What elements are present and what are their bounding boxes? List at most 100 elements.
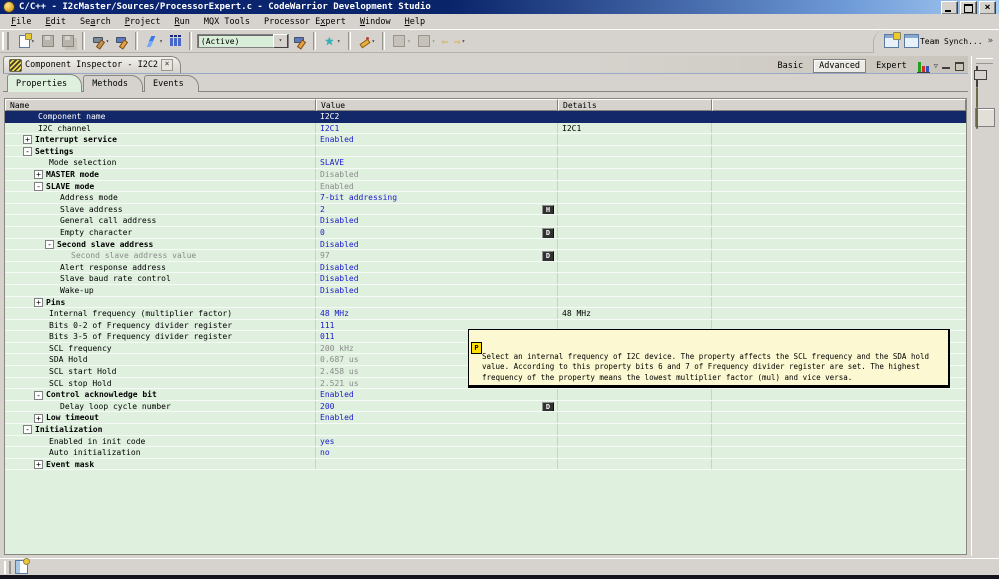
component-shortcut-2[interactable] xyxy=(974,108,995,129)
save-button[interactable] xyxy=(39,32,57,50)
search-button[interactable] xyxy=(167,33,184,50)
prev-annotation-button[interactable] xyxy=(415,32,438,50)
collapse-icon[interactable]: - xyxy=(45,239,54,249)
restore-button[interactable] xyxy=(960,1,977,15)
menu-file[interactable]: File xyxy=(4,16,38,28)
menu-window[interactable]: Window xyxy=(353,16,398,28)
table-row[interactable]: Slave address 2 H xyxy=(5,203,966,216)
column-header-name[interactable]: Name xyxy=(5,99,316,111)
save-all-button[interactable] xyxy=(59,32,77,50)
close-tab-icon[interactable] xyxy=(161,59,174,71)
mode-button-expert[interactable]: Expert xyxy=(870,59,913,73)
minimize-view-icon[interactable] xyxy=(942,62,951,70)
expand-icon[interactable]: + xyxy=(34,170,43,180)
chevron-down-icon[interactable] xyxy=(432,38,436,45)
flash-programmer-button[interactable] xyxy=(143,33,165,50)
debug-button[interactable] xyxy=(321,33,343,50)
restore-view-button[interactable] xyxy=(975,66,995,87)
chevron-down-icon[interactable] xyxy=(407,38,411,45)
launch-config-value: (Active) xyxy=(200,36,240,46)
chevron-down-icon[interactable] xyxy=(159,38,163,45)
table-row[interactable]: Second slave address value 97 D xyxy=(5,250,966,262)
menu-help[interactable]: Help xyxy=(398,16,432,28)
tab-events[interactable]: Events xyxy=(144,75,199,92)
collapse-icon[interactable]: - xyxy=(34,181,43,191)
maximize-view-icon[interactable] xyxy=(955,62,964,71)
table-row[interactable]: Internal frequency (multiplier factor) 48… xyxy=(5,308,966,320)
chevron-down-icon[interactable] xyxy=(106,38,110,45)
table-row[interactable]: Empty character 0 D xyxy=(5,226,966,239)
expand-icon[interactable]: + xyxy=(34,297,43,307)
chevron-down-icon[interactable] xyxy=(337,38,341,45)
menu-mqx-tools[interactable]: MQX Tools xyxy=(197,16,257,28)
table-row[interactable]: - Second slave address Disabled xyxy=(5,238,966,251)
combo-dropdown-button[interactable] xyxy=(272,34,288,48)
tab-properties[interactable]: Properties xyxy=(7,74,83,92)
tab-component-inspector[interactable]: Component Inspector - I2C2 xyxy=(3,56,182,73)
forward-button[interactable] xyxy=(452,33,467,50)
expand-icon[interactable]: + xyxy=(34,413,43,423)
fast-view-icon[interactable] xyxy=(15,558,30,574)
view-menu-icon[interactable] xyxy=(934,61,938,71)
menu-search[interactable]: Search xyxy=(73,16,118,28)
mode-button-basic[interactable]: Basic xyxy=(772,59,810,73)
table-row[interactable]: Auto initialization no xyxy=(5,447,966,459)
chart-icon[interactable] xyxy=(916,60,930,73)
minimize-button[interactable] xyxy=(941,1,958,15)
table-row[interactable]: + Pins xyxy=(5,296,966,309)
build-all-button[interactable] xyxy=(113,33,130,50)
chevron-down-icon[interactable] xyxy=(462,38,466,45)
chevron-down-icon[interactable] xyxy=(372,38,376,45)
table-row[interactable]: Delay loop cycle number 200 D xyxy=(5,400,966,413)
menu-run[interactable]: Run xyxy=(168,16,197,28)
table-row[interactable]: Enabled in init code yes xyxy=(5,435,966,448)
table-row[interactable]: Wake-up Disabled xyxy=(5,284,966,297)
next-annotation-button[interactable] xyxy=(390,32,413,50)
toolbar-grip[interactable] xyxy=(2,32,9,50)
launch-config-combobox[interactable]: (Active) xyxy=(196,34,289,48)
table-row[interactable]: Mode selection SLAVE xyxy=(5,157,966,169)
table-row[interactable]: General call address Disabled xyxy=(5,215,966,227)
table-row[interactable]: + MASTER mode Disabled xyxy=(5,168,966,181)
collapse-icon[interactable]: - xyxy=(23,425,32,435)
column-header-extra[interactable] xyxy=(712,99,966,111)
table-row[interactable]: - Initialization xyxy=(5,424,966,436)
mode-button-advanced[interactable]: Advanced xyxy=(813,59,867,73)
table-row[interactable]: + Event mask xyxy=(5,458,966,471)
table-row[interactable]: Address mode 7-bit addressing xyxy=(5,192,966,204)
menu-edit[interactable]: Edit xyxy=(38,16,72,28)
team-sync-perspective-button[interactable]: Team Synch... xyxy=(902,32,985,50)
perspective-overflow-chevron[interactable] xyxy=(988,36,993,46)
run-tool-button[interactable] xyxy=(356,33,378,50)
table-row[interactable]: + Interrupt service Enabled xyxy=(5,134,966,146)
tab-methods[interactable]: Methods xyxy=(83,75,144,92)
open-perspective-icon[interactable] xyxy=(883,32,901,48)
column-header-details[interactable]: Details xyxy=(558,99,712,111)
table-row[interactable]: Slave baud rate control Disabled xyxy=(5,273,966,285)
table-row[interactable]: I2C channel I2C1 I2C1 xyxy=(5,122,966,135)
view-tab-title: Component Inspector - I2C2 xyxy=(25,60,159,70)
table-row[interactable]: Component name I2C2 xyxy=(5,111,966,123)
property-name: Enabled in init code xyxy=(49,436,146,446)
collapse-icon[interactable]: - xyxy=(23,147,32,157)
expand-icon[interactable]: + xyxy=(34,460,43,470)
flash-config-button[interactable] xyxy=(291,33,308,50)
table-row[interactable]: Alert response address Disabled xyxy=(5,261,966,274)
fast-view-handle[interactable] xyxy=(976,58,993,64)
table-row[interactable]: - Settings xyxy=(5,145,966,158)
collapse-icon[interactable]: - xyxy=(34,390,43,400)
component-shortcut-1[interactable] xyxy=(975,87,995,108)
close-button[interactable] xyxy=(979,1,996,15)
back-button[interactable] xyxy=(439,33,450,50)
table-row[interactable]: + Low timeout Enabled xyxy=(5,412,966,425)
menu-processor-expert[interactable]: Processor Expert xyxy=(257,16,353,28)
table-row[interactable]: - SLAVE mode Enabled xyxy=(5,180,966,193)
menu-project[interactable]: Project xyxy=(118,16,168,28)
table-row[interactable]: - Control acknowledge bit Enabled xyxy=(5,389,966,401)
build-button[interactable] xyxy=(90,33,112,50)
column-header-value[interactable]: Value xyxy=(316,99,558,111)
component-inspector-view: Component Inspector - I2C2 Basic Advance… xyxy=(3,56,968,556)
expand-icon[interactable]: + xyxy=(23,135,32,145)
prev-annotation-icon xyxy=(417,35,430,47)
new-file-button[interactable] xyxy=(15,32,37,50)
